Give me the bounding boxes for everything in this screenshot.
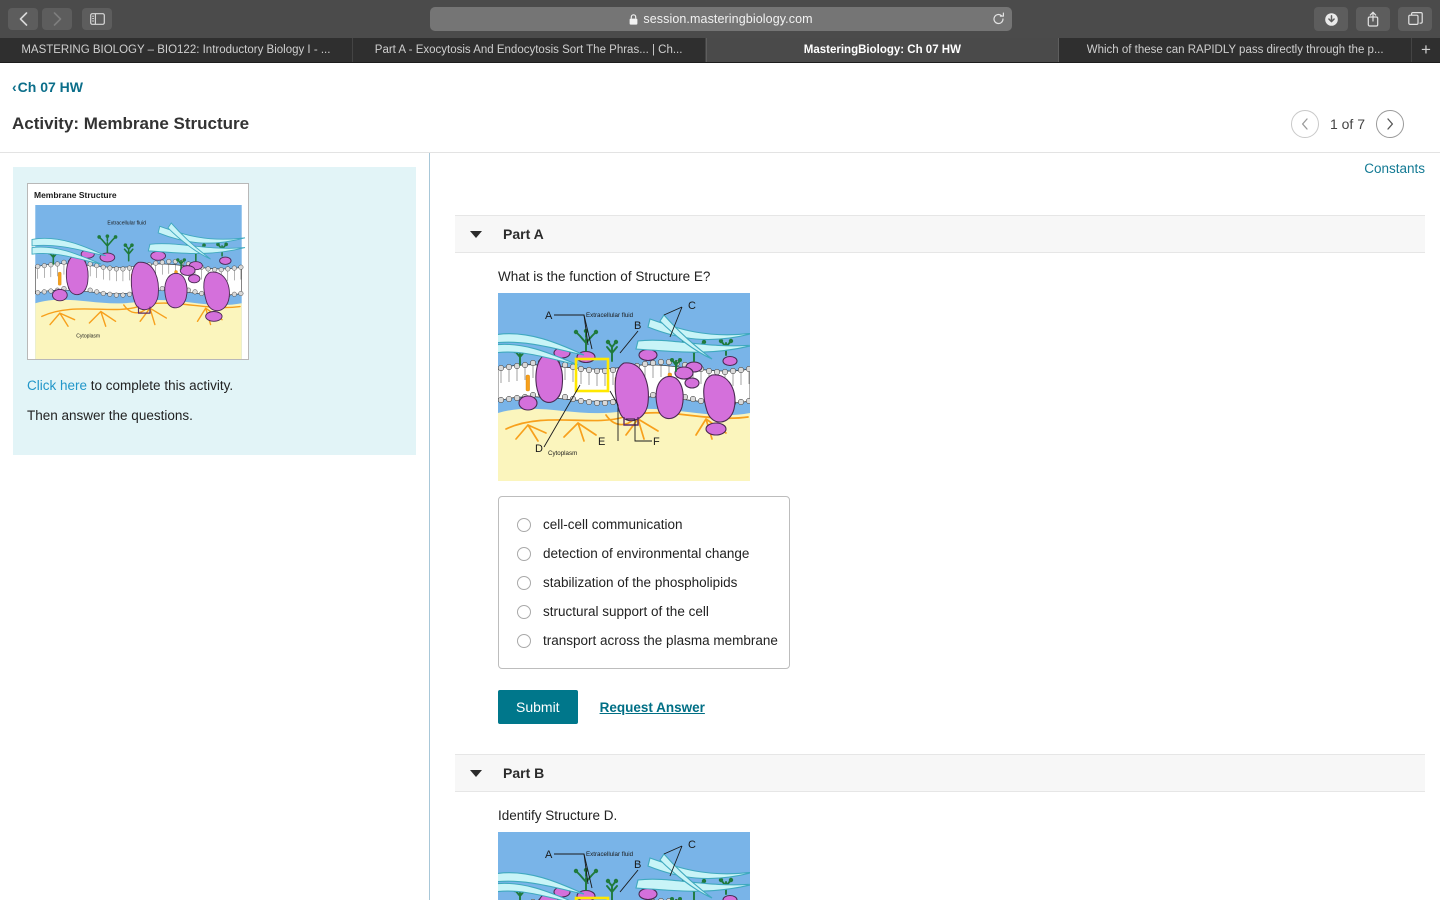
- part-b-body: Identify Structure D.: [455, 792, 1425, 900]
- answer-option-3[interactable]: structural support of the cell: [499, 597, 789, 626]
- pagination-control: 1 of 7: [1290, 110, 1404, 138]
- activity-instruction-1: Click here to complete this activity.: [27, 378, 402, 393]
- part-a-label: Part A: [503, 226, 544, 242]
- prev-page-button[interactable]: [1290, 110, 1319, 138]
- part-a-actions: Submit Request Answer: [498, 690, 1425, 724]
- radio-button[interactable]: [517, 517, 531, 532]
- navigation-buttons: [8, 8, 72, 30]
- breadcrumb-label: Ch 07 HW: [17, 79, 84, 95]
- answer-option-label: detection of environmental change: [543, 546, 750, 561]
- membrane-diagram-part-a: [498, 293, 750, 481]
- download-icon: [1324, 12, 1338, 26]
- reload-icon: [993, 12, 1004, 25]
- page-header: ‹ Ch 07 HW Activity: Membrane Structure 1…: [0, 63, 1440, 152]
- chevron-left-icon: [1301, 118, 1308, 130]
- new-tab-button[interactable]: +: [1412, 38, 1440, 62]
- toolbar-right-buttons: [1314, 7, 1432, 31]
- membrane-diagram-part-b: [498, 832, 750, 900]
- part-b-header[interactable]: Part B: [455, 754, 1425, 792]
- answer-option-0[interactable]: cell-cell communication: [499, 510, 789, 539]
- radio-button[interactable]: [517, 633, 531, 648]
- answer-option-label: cell-cell communication: [543, 517, 683, 532]
- breadcrumb-back-link[interactable]: ‹ Ch 07 HW: [12, 79, 83, 95]
- browser-tab-0[interactable]: MASTERING BIOLOGY – BIO122: Introductory…: [0, 38, 353, 62]
- sidebar-toggle-icon: [89, 13, 105, 25]
- tab-strip: MASTERING BIOLOGY – BIO122: Introductory…: [0, 38, 1440, 63]
- browser-tab-1[interactable]: Part A - Exocytosis And Endocytosis Sort…: [353, 38, 706, 62]
- radio-button[interactable]: [517, 546, 531, 561]
- part-a-header[interactable]: Part A: [455, 215, 1425, 253]
- membrane-diagram-thumbnail: [31, 205, 246, 359]
- part-b-label: Part B: [503, 765, 545, 781]
- forward-button[interactable]: [42, 8, 72, 30]
- part-a-section: Part A What is the function of Structure…: [455, 215, 1425, 724]
- download-button[interactable]: [1314, 7, 1348, 31]
- caret-down-icon[interactable]: [470, 769, 482, 777]
- activity-thumbnail[interactable]: Membrane Structure: [27, 183, 249, 360]
- answer-option-label: structural support of the cell: [543, 604, 709, 619]
- tab-overview-button[interactable]: [1398, 7, 1432, 31]
- answer-option-4[interactable]: transport across the plasma membrane: [499, 626, 789, 655]
- answer-option-2[interactable]: stabilization of the phospholipids: [499, 568, 789, 597]
- address-bar[interactable]: session.masteringbiology.com: [430, 7, 1012, 31]
- radio-button[interactable]: [517, 604, 531, 619]
- request-answer-link[interactable]: Request Answer: [600, 700, 705, 715]
- title-row: Activity: Membrane Structure 1 of 7: [0, 97, 1440, 152]
- click-here-link[interactable]: Click here: [27, 378, 87, 393]
- radio-button[interactable]: [517, 575, 531, 590]
- answer-option-label: stabilization of the phospholipids: [543, 575, 738, 590]
- chevron-left-icon: ‹: [12, 79, 17, 95]
- chevron-right-icon: [53, 12, 61, 26]
- sidebar-toggle-button[interactable]: [82, 8, 112, 30]
- share-button[interactable]: [1356, 7, 1390, 31]
- part-a-body: What is the function of Structure E? cel…: [455, 253, 1425, 724]
- activity-instruction-suffix: to complete this activity.: [87, 378, 234, 393]
- tab-overview-icon: [1407, 12, 1423, 25]
- answer-option-1[interactable]: detection of environmental change: [499, 539, 789, 568]
- browser-tab-3[interactable]: Which of these can RAPIDLY pass directly…: [1059, 38, 1412, 62]
- caret-down-icon[interactable]: [470, 230, 482, 238]
- next-page-button[interactable]: [1376, 110, 1404, 138]
- part-a-answer-options: cell-cell communication detection of env…: [498, 496, 790, 669]
- url-text: session.masteringbiology.com: [643, 12, 813, 26]
- page-title: Activity: Membrane Structure: [12, 114, 250, 133]
- part-b-section: Part B Identify Structure D.: [455, 754, 1425, 900]
- share-icon: [1367, 11, 1379, 27]
- constants-link[interactable]: Constants: [1364, 161, 1425, 176]
- activity-sidebar: Membrane Structure Click here to complet…: [0, 153, 430, 900]
- chevron-right-icon: [1387, 118, 1394, 130]
- activity-instruction-2: Then answer the questions.: [27, 408, 193, 423]
- part-a-question: What is the function of Structure E?: [498, 269, 711, 284]
- submit-button[interactable]: Submit: [498, 690, 578, 724]
- chevron-left-icon: [19, 12, 27, 26]
- content-split: Membrane Structure Click here to complet…: [0, 152, 1440, 900]
- lock-icon: [629, 13, 638, 25]
- page-indicator-label: 1 of 7: [1329, 116, 1365, 132]
- answer-option-label: transport across the plasma membrane: [543, 633, 778, 648]
- browser-tab-2[interactable]: MasteringBiology: Ch 07 HW: [705, 38, 1060, 62]
- thumbnail-title: Membrane Structure: [34, 190, 117, 200]
- back-button[interactable]: [8, 8, 38, 30]
- activity-card: Membrane Structure Click here to complet…: [13, 167, 416, 455]
- reload-button[interactable]: [992, 12, 1005, 26]
- question-pane: Constants Part A What is the function of…: [430, 153, 1440, 900]
- browser-toolbar: session.masteringbiology.com: [0, 0, 1440, 38]
- part-b-question: Identify Structure D.: [498, 808, 618, 823]
